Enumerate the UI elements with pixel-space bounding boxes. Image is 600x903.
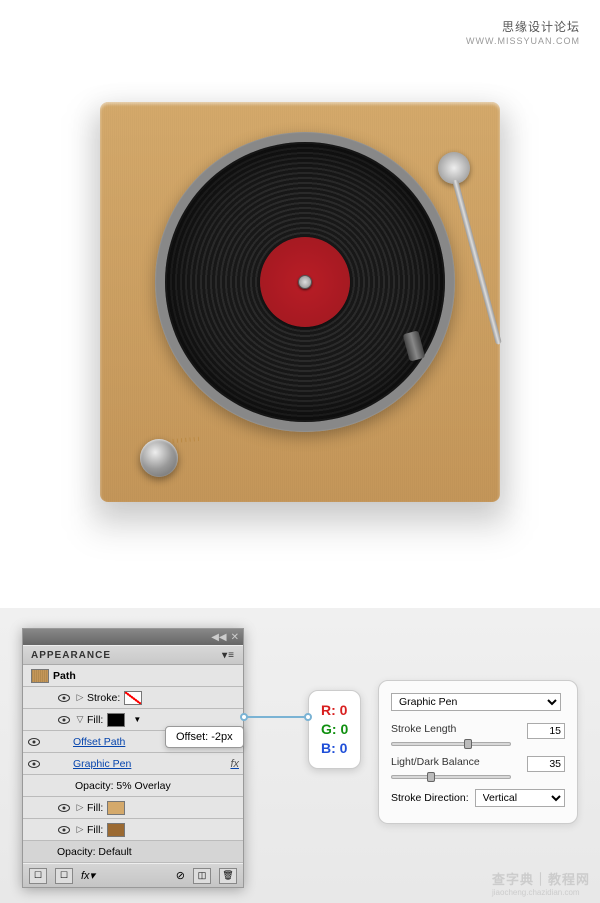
effect-settings-box: Graphic Pen Stroke Length Light/Dark Bal… [378, 680, 578, 824]
stroke-label: Stroke: [87, 692, 120, 704]
panel-collapse-icon[interactable]: ◀◀ [211, 632, 226, 643]
appearance-panel-footer: ☐ ☐ fx▾ ⊘ ◫ 🗑 [23, 863, 243, 887]
collapse-triangle-icon[interactable]: ▽ [75, 714, 85, 725]
black-fill-swatch[interactable] [107, 713, 125, 727]
delete-icon[interactable]: 🗑 [219, 868, 237, 884]
spindle [298, 275, 312, 289]
rgb-red-value: R: 0 [321, 701, 348, 720]
eye-icon[interactable] [57, 713, 71, 727]
panel-menu-icon[interactable]: ▾≡ [222, 650, 235, 660]
watermark-main: 查字典｜教程网 [492, 872, 590, 887]
swatch-dropdown-icon[interactable]: ▼ [133, 715, 141, 724]
fx-icon: fx [230, 758, 239, 770]
connector-dot [304, 713, 312, 721]
fill-label: Fill: [87, 802, 103, 814]
light-dark-input[interactable] [527, 756, 565, 772]
fill-tan-row[interactable]: ▷ Fill: [23, 797, 243, 819]
eye-icon[interactable] [27, 735, 41, 749]
object-row[interactable]: Path [23, 665, 243, 687]
stroke-length-input[interactable] [527, 723, 565, 739]
no-stroke-swatch[interactable] [124, 691, 142, 705]
source-url: WWW.MISSYUAN.COM [466, 36, 580, 46]
fx-dropdown-icon[interactable]: fx▾ [81, 869, 95, 882]
graphic-pen-link[interactable]: Graphic Pen [73, 758, 131, 770]
offset-tooltip: Offset: -2px [165, 726, 244, 748]
expand-triangle-icon[interactable]: ▷ [75, 802, 85, 813]
eye-icon[interactable] [57, 823, 71, 837]
offset-path-link[interactable]: Offset Path [73, 736, 125, 748]
illustration-preview-area: 思缘设计论坛 WWW.MISSYUAN.COM ııııııı [0, 0, 600, 608]
connector-line [244, 716, 308, 718]
effect-name-row: Graphic Pen [391, 693, 565, 711]
object-name: Path [53, 670, 76, 682]
tan-fill-swatch[interactable] [107, 801, 125, 815]
ui-panels-area: ◀◀ ✕ APPEARANCE ▾≡ Path ▷ Stroke: ▽ Fill… [0, 608, 600, 903]
brown-fill-swatch[interactable] [107, 823, 125, 837]
watermark: 查字典｜教程网 jiaocheng.chazidian.com [492, 869, 590, 897]
eye-icon[interactable] [57, 801, 71, 815]
graphic-pen-effect-row[interactable]: Graphic Pen fx [23, 753, 243, 775]
light-dark-slider[interactable] [391, 775, 511, 779]
new-fill-icon[interactable]: ◫ [193, 868, 211, 884]
stroke-length-row: Stroke Length [391, 723, 565, 746]
fill-brown-row[interactable]: ▷ Fill: [23, 819, 243, 841]
object-thumbnail [31, 669, 49, 683]
stroke-direction-select[interactable]: Vertical [475, 789, 565, 807]
expand-triangle-icon[interactable]: ▷ [75, 692, 85, 703]
light-dark-label: Light/Dark Balance [391, 756, 489, 772]
panel-tab-bar: ◀◀ ✕ [23, 629, 243, 645]
rgb-blue-value: B: 0 [321, 739, 348, 758]
stroke-direction-label: Stroke Direction: [391, 792, 469, 804]
fill-label: Fill: [87, 714, 103, 726]
opacity-overlay-label: Opacity: 5% Overlay [75, 780, 171, 792]
expand-triangle-icon[interactable]: ▷ [75, 824, 85, 835]
clear-appearance-icon[interactable]: ⊘ [176, 869, 185, 882]
light-dark-row: Light/Dark Balance [391, 756, 565, 779]
rgb-callout: R: 0 G: 0 B: 0 [308, 690, 361, 769]
stroke-direction-row: Stroke Direction: Vertical [391, 789, 565, 807]
new-art-icon[interactable]: ☐ [29, 868, 47, 884]
reduce-icon[interactable]: ☐ [55, 868, 73, 884]
slider-thumb[interactable] [464, 739, 472, 749]
panel-close-icon[interactable]: ✕ [231, 632, 239, 643]
turntable-illustration: ııııııı [100, 102, 500, 502]
stroke-length-slider[interactable] [391, 742, 511, 746]
stroke-length-label: Stroke Length [391, 723, 489, 739]
panel-menu-icon[interactable]: APPEARANCE ▾≡ [23, 645, 243, 665]
opacity-default-label: Opacity: Default [57, 846, 132, 858]
rgb-green-value: G: 0 [321, 720, 348, 739]
connector-dot [240, 713, 248, 721]
slider-thumb[interactable] [427, 772, 435, 782]
appearance-panel: ◀◀ ✕ APPEARANCE ▾≡ Path ▷ Stroke: ▽ Fill… [22, 628, 244, 888]
source-forum-title: 思缘设计论坛 [502, 18, 580, 35]
effect-select[interactable]: Graphic Pen [391, 693, 561, 711]
stroke-row[interactable]: ▷ Stroke: [23, 687, 243, 709]
opacity-overlay-row[interactable]: Opacity: 5% Overlay [23, 775, 243, 797]
fill-label: Fill: [87, 824, 103, 836]
watermark-sub: jiaocheng.chazidian.com [492, 888, 590, 897]
offset-tooltip-text: Offset: -2px [176, 731, 233, 743]
eye-icon[interactable] [27, 757, 41, 771]
appearance-panel-title: APPEARANCE [31, 650, 111, 660]
eye-icon[interactable] [57, 691, 71, 705]
opacity-default-row[interactable]: Opacity: Default [23, 841, 243, 863]
